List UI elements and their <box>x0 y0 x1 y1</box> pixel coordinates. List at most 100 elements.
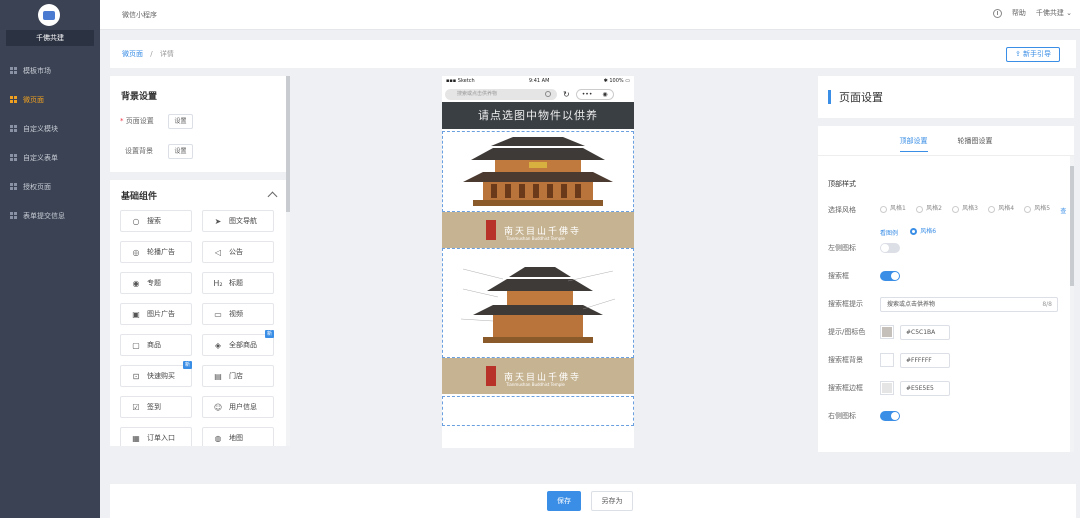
component-label: 专题 <box>147 279 161 287</box>
save-as-button[interactable]: 另存为 <box>591 491 633 511</box>
search-border-swatch[interactable] <box>880 381 894 395</box>
left-panel: 背景设置 * 页面设置 设置 设置背景 设置 基础组件 ○ 搜索 ➤ 图文导航 ◎ 轮播广… <box>110 76 290 446</box>
style-select-row: 选择风格 风格1 风格2 风格3 风格4 风格5 查看图例 风格6 <box>818 196 1074 237</box>
search-box-row: 搜索框 <box>818 262 1074 290</box>
component-tile[interactable]: ◈ 全部商品新 <box>202 330 274 356</box>
sidebar-item-label: 微页面 <box>23 95 44 104</box>
bg-image-row: 设置背景 设置 <box>110 136 290 166</box>
component-label: 订单入口 <box>147 434 175 442</box>
temple-image-1[interactable] <box>442 131 634 212</box>
breadcrumb-home-link[interactable]: 微页面 <box>122 50 143 58</box>
temple-image-2[interactable] <box>442 248 634 358</box>
style-radio-5[interactable]: 风格5 <box>1024 199 1050 219</box>
sidebar-item-auth-page[interactable]: 授权页面 <box>0 172 100 201</box>
temple-subtitle: Tianmushan Buddhist Temple <box>506 382 565 387</box>
hint-color-row: 提示/图标色 #C5C1BA <box>818 318 1074 346</box>
sidebar-item-label: 表单提交信息 <box>23 211 65 220</box>
guide-icon: ⇪ <box>1014 50 1024 58</box>
component-label: 用户信息 <box>229 403 257 411</box>
user-menu[interactable]: 千佛共建 ⌄ <box>1036 8 1072 18</box>
breadcrumb-separator: / <box>150 50 153 58</box>
help-link[interactable]: 帮助 <box>1012 8 1026 18</box>
component-tile[interactable]: H₂ 标题 <box>202 272 274 294</box>
miniprogram-capsule[interactable]: ••• ◉ <box>575 88 614 100</box>
tab-carousel-settings[interactable]: 轮播图设置 <box>958 136 993 146</box>
sidebar-item-micro-page[interactable]: 微页面 <box>0 85 100 114</box>
help-icon[interactable] <box>992 8 1002 18</box>
component-label: 地图 <box>229 434 243 442</box>
left-scrollbar[interactable] <box>286 76 290 446</box>
guide-button-label: 新手引导 <box>1023 50 1052 58</box>
temple-image-3[interactable] <box>442 396 634 426</box>
style-radio-4[interactable]: 风格4 <box>988 199 1014 219</box>
settings-tabs: 顶部设置 轮播图设置 <box>818 126 1074 156</box>
sidebar-item-form-submissions[interactable]: 表单提交信息 <box>0 201 100 230</box>
component-tile[interactable]: ➤ 图文导航 <box>202 210 274 232</box>
page-bg-set-button[interactable]: 设置 <box>168 113 193 129</box>
style-radio-1[interactable]: 风格1 <box>880 199 906 219</box>
chevron-up-icon[interactable] <box>267 191 278 202</box>
breadcrumb-bar: 微页面 / 详情 ⇪ 新手引导 <box>110 40 1076 68</box>
battery-label: 100% <box>609 78 624 84</box>
heading-icon: H₂ <box>213 278 223 288</box>
component-tile[interactable]: ▤ 门店 <box>202 365 274 387</box>
component-tile[interactable]: ◉ 专题 <box>120 272 192 294</box>
style-radio-3[interactable]: 风格3 <box>952 199 978 219</box>
component-tile[interactable]: ⊡ 快速购买新 <box>120 361 192 387</box>
left-icon-toggle[interactable] <box>880 243 900 253</box>
battery-icon: ▭ <box>625 78 630 84</box>
right-icon-toggle[interactable] <box>880 411 900 421</box>
component-tile[interactable]: ◍ 地图 <box>202 427 274 446</box>
right-scrollbar[interactable] <box>1070 156 1074 452</box>
phone-search-box[interactable]: 搜索或点击供养物 <box>445 88 557 100</box>
component-tile[interactable]: ◁ 公告 <box>202 241 274 263</box>
sidebar: 千佛共建 模板市场 微页面 自定义模块 自定义表单 授权页面 表单提交信息 <box>0 0 100 518</box>
style-radio-2[interactable]: 风格2 <box>916 199 942 219</box>
checkin-icon: ☑ <box>132 402 140 412</box>
hint-color-input[interactable]: #C5C1BA <box>900 324 950 340</box>
search-bg-input[interactable]: #FFFFFF <box>900 352 950 368</box>
component-tile[interactable]: ▦ 订单入口 <box>120 427 192 446</box>
style-label: 选择风格 <box>828 206 856 214</box>
search-border-label: 搜索框边框 <box>828 384 863 392</box>
bg-image-label: 设置背景 <box>125 147 153 155</box>
tab-top-settings[interactable]: 顶部设置 <box>899 136 928 152</box>
component-tile[interactable]: ◎ 轮播广告 <box>120 241 192 263</box>
hint-color-swatch[interactable] <box>880 325 894 339</box>
phone-preview: ▪▪▪ Sketch 9:41 AM ✱ 100% ▭ 搜索或点击供养物 ↻ •… <box>442 76 634 448</box>
search-box-toggle[interactable] <box>880 271 900 281</box>
store-icon: ▤ <box>214 371 222 381</box>
search-bg-swatch[interactable] <box>880 353 894 367</box>
refresh-icon[interactable]: ↻ <box>563 90 570 99</box>
phone-search-placeholder: 搜索或点击供养物 <box>457 90 498 97</box>
component-tile[interactable]: ▣ 图片广告 <box>120 303 192 325</box>
page-settings-body: 顶部设置 轮播图设置 顶部样式 选择风格 风格1 风格2 风格3 风格4 风格5… <box>818 126 1074 452</box>
guide-button[interactable]: ⇪ 新手引导 <box>1006 47 1060 62</box>
footer-bar: 保存 另存为 <box>110 484 1076 518</box>
bg-image-set-button[interactable]: 设置 <box>168 143 193 159</box>
component-tile[interactable]: ▢ 商品 <box>120 334 192 356</box>
more-icon[interactable]: ••• <box>582 91 593 98</box>
temple-subtitle: Tianmushan Buddhist Temple <box>506 236 565 241</box>
style-radio-6[interactable]: 风格6 <box>910 222 936 242</box>
components-header[interactable]: 基础组件 <box>110 180 290 210</box>
sidebar-item-custom-form[interactable]: 自定义表单 <box>0 143 100 172</box>
component-tile[interactable]: ▭ 视频 <box>202 303 274 325</box>
app-title: 微信小程序 <box>122 11 157 19</box>
sidebar-item-custom-module[interactable]: 自定义模块 <box>0 114 100 143</box>
breadcrumb: 微页面 / 详情 <box>122 49 174 59</box>
search-border-input[interactable]: #E5E5E5 <box>900 380 950 396</box>
phone-status-bar: ▪▪▪ Sketch 9:41 AM ✱ 100% ▭ <box>442 76 634 86</box>
component-tile[interactable]: ☑ 签到 <box>120 396 192 418</box>
top-style-section-title: 顶部样式 <box>828 180 856 188</box>
save-button[interactable]: 保存 <box>547 491 581 511</box>
background-settings-title: 背景设置 <box>121 92 158 102</box>
component-label: 标题 <box>229 279 243 287</box>
component-label: 快速购买 <box>147 372 175 380</box>
close-circle-icon[interactable]: ◉ <box>602 91 607 98</box>
component-tile[interactable]: ☺ 用户信息 <box>202 396 274 418</box>
component-tile[interactable]: ○ 搜索 <box>120 210 192 232</box>
sidebar-item-template-market[interactable]: 模板市场 <box>0 56 100 85</box>
search-hint-input[interactable]: 搜索或点击供养物 8/8 <box>880 296 1058 312</box>
component-grid: ○ 搜索 ➤ 图文导航 ◎ 轮播广告 ◁ 公告 ◉ 专题 H₂ 标题 ▣ 图片广告 ▭ 视频 ▢ 商品 ◈ 全部商品新… <box>110 210 290 446</box>
